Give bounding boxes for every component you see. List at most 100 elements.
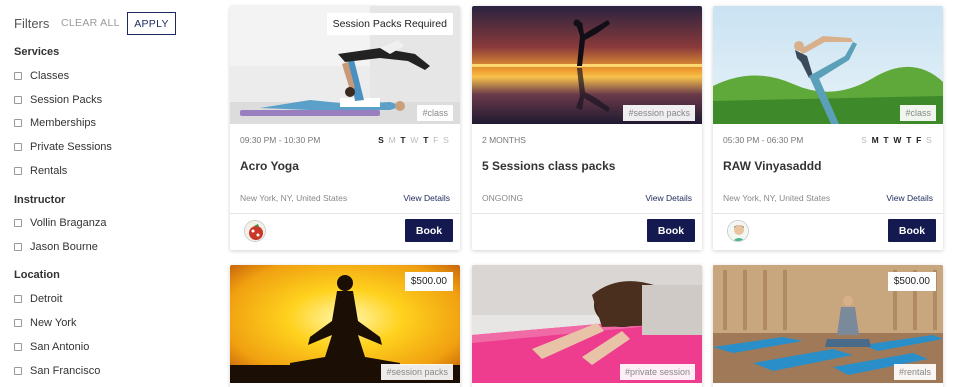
location-row: New York, NY, United States View Details [723, 193, 933, 205]
book-button[interactable]: Book [888, 219, 936, 242]
class-card[interactable]: $500.00 #session packs [230, 265, 460, 387]
card-title[interactable]: 5 Sessions class packs [482, 159, 615, 173]
card-location: New York, NY, United States [240, 193, 348, 203]
card-image-acro-yoga[interactable]: Session Packs Required #class [230, 6, 460, 124]
category-tag: #session packs [623, 105, 695, 121]
option-label: Detroit [30, 293, 63, 305]
card-image-meditation[interactable]: $500.00 #session packs [230, 265, 460, 383]
filter-option-san-francisco[interactable]: San Francisco [14, 364, 100, 378]
weekday: S [378, 135, 386, 145]
card-title[interactable]: RAW Vinyasaddd [723, 159, 821, 173]
price-badge: $500.00 [404, 272, 453, 291]
checkbox[interactable] [14, 96, 22, 104]
option-label: Rentals [30, 165, 68, 177]
weekday: M [871, 135, 880, 145]
card-image-sunset-yoga[interactable]: #session packs [472, 6, 702, 124]
duration: 2 MONTHS [482, 135, 526, 145]
card-image-grass-yoga[interactable]: #class [713, 6, 943, 124]
location-row: New York, NY, United States View Details [240, 193, 450, 205]
checkbox[interactable] [14, 72, 22, 80]
option-label: Classes [30, 70, 70, 82]
checkbox[interactable] [14, 319, 22, 327]
apply-button[interactable]: APPLY [127, 12, 176, 35]
location-row: ONGOING View Details [482, 193, 692, 205]
filter-option-memberships[interactable]: Memberships [14, 116, 96, 130]
class-time: 05:30 PM - 06:30 PM [723, 135, 804, 145]
view-details-link[interactable]: View Details [403, 193, 450, 203]
clear-all-button[interactable]: CLEAR ALL [61, 17, 120, 29]
checkbox[interactable] [14, 119, 22, 127]
option-label: San Francisco [30, 365, 101, 377]
weekday: T [883, 135, 890, 145]
weekday: S [861, 135, 869, 145]
class-card[interactable]: Session Packs Required #class 09:30 PM -… [230, 6, 460, 250]
class-card[interactable]: $500.00 #rentals [713, 265, 943, 387]
weekday: S [443, 135, 450, 145]
filter-option-jason-bourne[interactable]: Jason Bourne [14, 240, 98, 254]
session-packs-required-badge: Session Packs Required [326, 13, 453, 35]
avatar-man-icon-graphic [728, 221, 748, 241]
schedule-row: 2 MONTHS [482, 135, 692, 147]
view-details-link[interactable]: View Details [645, 193, 692, 203]
category-tag: #rentals [893, 364, 936, 380]
category-tag: #class [417, 105, 453, 121]
book-button[interactable]: Book [647, 219, 695, 242]
services-heading: Services [14, 46, 60, 58]
filter-option-session-packs[interactable]: Session Packs [14, 93, 102, 107]
weekday: F [433, 135, 440, 145]
filter-option-vollin-braganza[interactable]: Vollin Braganza [14, 216, 106, 230]
card-location: New York, NY, United States [723, 193, 831, 203]
category-tag: #class [900, 105, 936, 121]
price-badge: $500.00 [887, 272, 936, 291]
weekday: T [906, 135, 913, 145]
location-heading: Location [14, 269, 60, 281]
filters-header: Filters CLEAR ALL APPLY [14, 12, 214, 36]
card-image-childs-pose[interactable]: #private session [472, 265, 702, 383]
filter-option-san-antonio[interactable]: San Antonio [14, 340, 89, 354]
class-card[interactable]: #session packs 2 MONTHS 5 Sessions class… [472, 6, 702, 250]
avatar-chili-icon-graphic [245, 221, 265, 241]
class-card[interactable]: #class 05:30 PM - 06:30 PM S M T W T F S… [713, 6, 943, 250]
weekday: M [388, 135, 397, 145]
checkbox[interactable] [14, 367, 22, 375]
weekday: T [423, 135, 430, 145]
avatar-man-icon[interactable] [727, 220, 749, 242]
book-button[interactable]: Book [405, 219, 453, 242]
weekdays: S M T W T F S [861, 135, 933, 145]
instructor-heading: Instructor [14, 194, 66, 206]
filter-option-detroit[interactable]: Detroit [14, 292, 62, 306]
avatar-chili-icon[interactable] [244, 220, 266, 242]
filter-option-classes[interactable]: Classes [14, 69, 69, 83]
filter-option-private-sessions[interactable]: Private Sessions [14, 140, 112, 154]
checkbox[interactable] [14, 343, 22, 351]
weekday: W [410, 135, 420, 145]
option-label: Vollin Braganza [30, 217, 107, 229]
checkbox[interactable] [14, 219, 22, 227]
checkbox[interactable] [14, 295, 22, 303]
weekday: S [926, 135, 933, 145]
option-label: Memberships [30, 117, 97, 129]
filter-option-new-york[interactable]: New York [14, 316, 76, 330]
category-tag: #session packs [381, 364, 453, 380]
class-card[interactable]: #private session [472, 265, 702, 387]
option-label: Private Sessions [30, 141, 112, 153]
checkbox[interactable] [14, 167, 22, 175]
weekday: W [893, 135, 903, 145]
divider [713, 213, 943, 214]
schedule-row: 05:30 PM - 06:30 PM S M T W T F S [723, 135, 933, 147]
filter-option-rentals[interactable]: Rentals [14, 164, 67, 178]
view-details-link[interactable]: View Details [886, 193, 933, 203]
card-title[interactable]: Acro Yoga [240, 159, 299, 173]
category-tag: #private session [619, 364, 695, 380]
divider [230, 213, 460, 214]
checkbox[interactable] [14, 243, 22, 251]
divider [472, 213, 702, 214]
checkbox[interactable] [14, 143, 22, 151]
weekday: F [916, 135, 923, 145]
weekdays: S M T W T F S [378, 135, 450, 145]
option-label: Session Packs [30, 94, 103, 106]
card-image-studio-yoga[interactable]: $500.00 #rentals [713, 265, 943, 383]
option-label: San Antonio [30, 341, 90, 353]
option-label: New York [30, 317, 77, 329]
class-time: 09:30 PM - 10:30 PM [240, 135, 321, 145]
